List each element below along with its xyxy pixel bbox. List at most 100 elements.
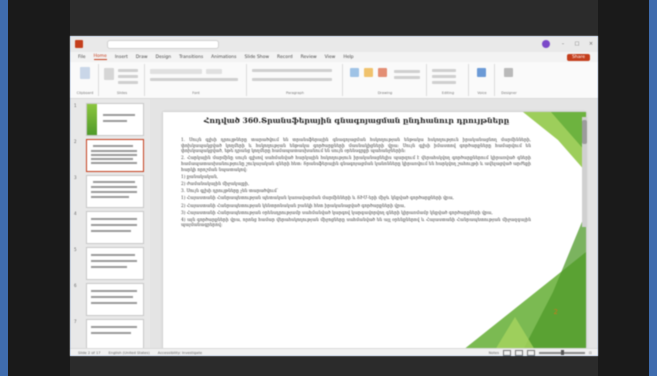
thumbnail-number: 6: [74, 283, 77, 288]
slide-thumbnail-5[interactable]: [86, 247, 144, 280]
slide-thumbnail-1[interactable]: [86, 103, 144, 136]
slide-sorter-icon[interactable]: [514, 350, 523, 356]
thumbnail-number: 4: [74, 211, 77, 216]
group-label: Editing: [441, 91, 455, 95]
thumbnail-text-line: [91, 191, 137, 193]
font-format-buttons[interactable]: [150, 78, 238, 81]
tab-transitions[interactable]: Transitions: [179, 55, 203, 60]
section-button[interactable]: [118, 81, 138, 84]
minimize-button[interactable]: –: [556, 41, 570, 47]
bottom-dark-band: [70, 356, 598, 376]
ribbon-group-font: Font: [146, 64, 247, 96]
powerpoint-logo-icon: [75, 40, 83, 48]
zoom-slider-knob[interactable]: [560, 350, 564, 356]
thumbnail-text-line: [91, 162, 137, 164]
tab-view[interactable]: View: [325, 55, 336, 60]
paste-icon[interactable]: [80, 67, 90, 79]
normal-view-icon[interactable]: [502, 350, 511, 356]
tab-insert[interactable]: Insert: [115, 55, 128, 60]
language-indicator[interactable]: English (United States): [109, 351, 150, 355]
tab-help[interactable]: Help: [343, 55, 353, 60]
layout-button[interactable]: [118, 69, 138, 72]
slide-paragraph: 3) Հայաստանի Հանրապետության օրենսդրությա…: [181, 210, 493, 216]
left-black-bar: [8, 0, 70, 376]
slide-thumbnail-3[interactable]: [86, 175, 144, 208]
slide-counter: Slide 2 of 17: [78, 351, 101, 355]
slide-editor: Հոդված 360.Տրանսֆերային գնագոյացման ընդհ…: [150, 99, 598, 350]
new-slide-icon[interactable]: [104, 68, 114, 80]
font-size-select[interactable]: [206, 69, 222, 74]
slide-thumbnail-4[interactable]: [86, 211, 144, 244]
ribbon-group-voice: Voice: [470, 64, 495, 96]
tab-animations[interactable]: Animations: [211, 55, 236, 60]
maximize-button[interactable]: □: [570, 41, 584, 47]
microphone-icon[interactable]: [477, 68, 486, 77]
ribbon-home: Clipboard Slides Font Paragraph Drawing …: [70, 62, 598, 99]
right-black-bar: [598, 0, 649, 376]
replace-button[interactable]: [432, 75, 456, 78]
designer-icon[interactable]: [504, 68, 513, 77]
share-button[interactable]: Share: [567, 53, 590, 61]
thumbnail-text-line: [91, 332, 131, 334]
tab-design[interactable]: Design: [156, 55, 172, 60]
ribbon-group-designer: Designer: [496, 64, 522, 96]
thumbnail-text-line: [103, 120, 127, 122]
tab-record[interactable]: Record: [277, 55, 293, 60]
avatar[interactable]: [542, 40, 550, 48]
thumbnail-number: 2: [74, 139, 77, 144]
select-button[interactable]: [432, 81, 456, 84]
zoom-slider[interactable]: [538, 350, 585, 356]
group-label: Paragraph: [286, 91, 304, 95]
group-label: Voice: [477, 91, 487, 95]
list-buttons[interactable]: [252, 69, 332, 72]
tab-home[interactable]: Home: [93, 54, 107, 60]
current-slide[interactable]: Հոդված 360.Տրանսֆերային գնագոյացման ընդհ…: [163, 112, 586, 350]
scrollbar-thumb[interactable]: [582, 120, 587, 144]
align-buttons[interactable]: [252, 78, 332, 81]
group-label: Clipboard: [76, 91, 94, 95]
tab-slide-show[interactable]: Slide Show: [244, 55, 269, 60]
thumbnail-text-line: [91, 302, 137, 304]
thumbnail-number: 7: [74, 319, 77, 324]
shape-outline-button[interactable]: [394, 76, 420, 79]
status-bar: Slide 2 of 17 English (United States) Ac…: [70, 348, 598, 356]
reset-button[interactable]: [118, 75, 138, 78]
slide-title[interactable]: Հոդված 360.Տրանսֆերային գնագոյացման ընդհ…: [195, 116, 518, 126]
thumbnail-number: 1: [74, 103, 77, 108]
accessibility-status[interactable]: Accessibility: Investigate: [158, 351, 202, 355]
thumbnail-text-line: [91, 290, 137, 292]
group-label: Designer: [501, 91, 517, 95]
group-label: Drawing: [377, 91, 393, 95]
tab-review[interactable]: Review: [301, 55, 317, 60]
slide-thumbnail-2[interactable]: [86, 139, 144, 172]
thumbnail-text-line: [91, 186, 137, 188]
thumbnail-text-line: [91, 266, 127, 268]
ribbon-group-paragraph: Paragraph: [248, 64, 343, 96]
close-button[interactable]: ×: [584, 41, 598, 47]
thumbnail-number: 3: [74, 175, 77, 180]
ribbon-group-clipboard: Clipboard: [72, 64, 99, 96]
slide-page-number: 2: [553, 308, 558, 316]
reading-view-icon[interactable]: [526, 350, 535, 356]
slide-body-text[interactable]: 1. Սույն գլխի դրույթները տարածվում են տր…: [181, 138, 531, 231]
quick-styles-icon[interactable]: [378, 68, 387, 77]
shape-fill-button[interactable]: [394, 70, 420, 73]
fit-slide-icon[interactable]: ⊡: [589, 351, 592, 355]
arrange-icon[interactable]: [364, 68, 373, 77]
tab-draw[interactable]: Draw: [136, 55, 148, 60]
thumbnail-text-line: [91, 150, 137, 152]
notes-button[interactable]: Notes: [489, 351, 499, 355]
group-label: Font: [192, 91, 200, 95]
find-button[interactable]: [432, 69, 456, 72]
thumbnail-text-line: [91, 326, 137, 328]
slide-paragraph: 2. Հարկային մարմինը սույն գլխով սահմանվա…: [181, 156, 531, 173]
thumbnail-green-accent: [87, 104, 97, 135]
tab-file[interactable]: File: [78, 55, 86, 60]
search-input[interactable]: [107, 39, 219, 49]
ribbon-group-slides: Slides: [100, 64, 145, 96]
shapes-icon[interactable]: [350, 68, 359, 77]
slide-thumbnail-6[interactable]: [86, 283, 144, 316]
thumbnail-text-line: [91, 224, 137, 226]
powerpoint-window: – □ × File Home Insert Draw Design Trans…: [70, 36, 598, 356]
font-family-select[interactable]: [150, 69, 202, 74]
